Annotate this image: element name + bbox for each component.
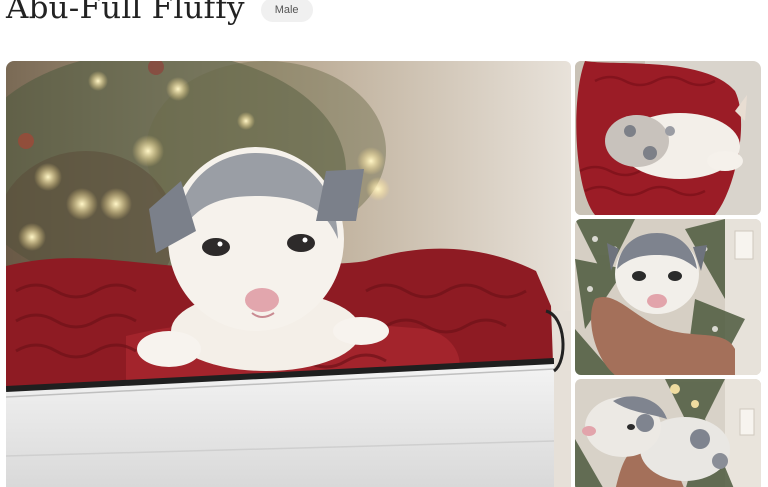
sex-badge: Male xyxy=(260,0,313,22)
thumbnail-photo-3[interactable] xyxy=(575,379,761,487)
page-title: Abu-Full Fluffy xyxy=(6,0,245,26)
puppy-photo-thumb-3 xyxy=(575,379,761,487)
thumbnail-photo-2[interactable] xyxy=(575,219,761,375)
listing-header: Abu-Full Fluffy Male xyxy=(6,0,313,30)
photo-gallery xyxy=(6,61,762,487)
main-photo[interactable] xyxy=(6,61,571,487)
puppy-photo-thumb-1 xyxy=(575,61,761,215)
puppy-photo-main xyxy=(6,61,571,487)
puppy-photo-thumb-2 xyxy=(575,219,761,375)
listing-page: Abu-Full Fluffy Male xyxy=(0,0,768,487)
thumbnail-photo-1[interactable] xyxy=(575,61,761,215)
